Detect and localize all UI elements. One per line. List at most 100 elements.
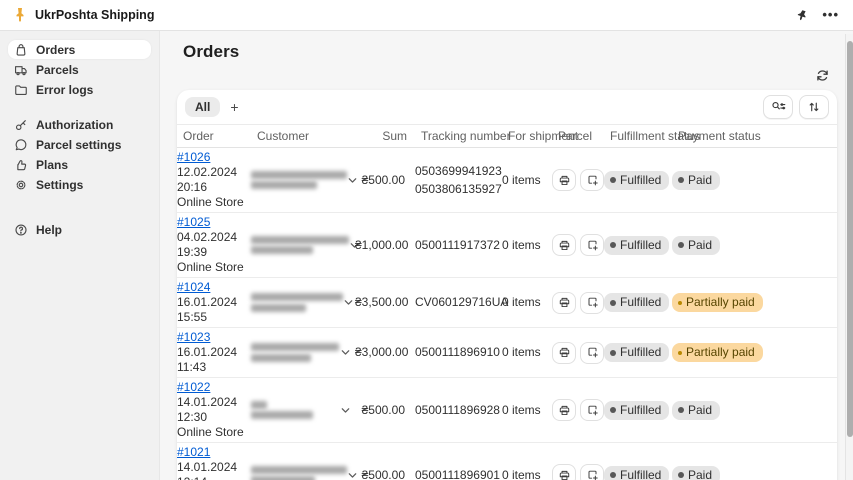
table-row[interactable]: #1024 16.01.2024 15:55 ₴3,500.00 CV06012…: [177, 278, 837, 328]
print-label-button[interactable]: [552, 234, 576, 256]
add-parcel-button[interactable]: [580, 169, 604, 191]
tab-all[interactable]: All: [185, 97, 220, 117]
customer-expand-button[interactable]: [340, 405, 351, 416]
customer-cell: [251, 233, 355, 257]
sidebar-item-settings[interactable]: Settings: [8, 175, 151, 194]
add-parcel-icon: [586, 174, 599, 187]
payment-status-label: Paid: [688, 173, 712, 188]
add-parcel-button[interactable]: [580, 464, 604, 480]
sidebar-item-authorization[interactable]: Authorization: [8, 115, 151, 134]
column-header-customer[interactable]: Customer: [257, 129, 361, 143]
tracking-cell: 0500111896910: [405, 345, 502, 360]
fulfillment-status-label: Fulfilled: [620, 468, 661, 480]
sidebar-item-label: Parcel settings: [36, 138, 121, 152]
sort-icon: [807, 100, 821, 114]
column-header-parcel[interactable]: Parcel: [558, 129, 610, 143]
add-parcel-button[interactable]: [580, 342, 604, 364]
print-label-button[interactable]: [552, 342, 576, 364]
table-row[interactable]: #1023 16.01.2024 11:43 ₴3,000.00 0500111…: [177, 328, 837, 378]
status-dot-icon: [678, 242, 684, 248]
tracking-number: CV060129716UA: [415, 295, 502, 310]
table-row[interactable]: #1026 12.02.2024 20:16 Online Store ₴500…: [177, 148, 837, 213]
order-link[interactable]: #1025: [177, 215, 210, 229]
order-link[interactable]: #1026: [177, 150, 210, 164]
scrollbar-track[interactable]: [845, 34, 853, 480]
sidebar-item-label: Authorization: [36, 118, 113, 132]
payment-status-badge: Paid: [672, 466, 720, 480]
tracking-cell: 0500111917372: [405, 238, 502, 253]
customer-expand-button[interactable]: [340, 347, 351, 358]
order-date: 14.01.2024 12:14: [177, 460, 251, 480]
order-link[interactable]: #1022: [177, 380, 210, 394]
add-parcel-icon: [586, 469, 599, 480]
sidebar-item-parcel-settings[interactable]: Parcel settings: [8, 135, 151, 154]
order-link[interactable]: #1023: [177, 330, 210, 344]
print-label-button[interactable]: [552, 399, 576, 421]
customer-phone-redacted: [251, 246, 313, 254]
customer-cell: [251, 398, 355, 422]
customer-expand-button[interactable]: [343, 297, 354, 308]
payment-status-label: Paid: [688, 403, 712, 418]
print-label-button[interactable]: [552, 464, 576, 480]
customer-cell: [251, 168, 355, 192]
pin-button[interactable]: [795, 9, 808, 22]
column-header-shipment[interactable]: For shipment: [508, 129, 558, 143]
customer-redacted: [251, 463, 347, 480]
sidebar-item-orders[interactable]: Orders: [8, 40, 151, 59]
print-label-button[interactable]: [552, 292, 576, 314]
table-row[interactable]: #1022 14.01.2024 12:30 Online Store ₴500…: [177, 378, 837, 443]
sidebar-item-label: Parcels: [36, 63, 79, 77]
sidebar-item-error-logs[interactable]: Error logs: [8, 80, 151, 99]
scrollbar-thumb[interactable]: [847, 41, 853, 437]
add-parcel-button[interactable]: [580, 234, 604, 256]
search-filter-button[interactable]: [763, 95, 793, 119]
print-label-button[interactable]: [552, 169, 576, 191]
column-header-payment[interactable]: Payment status: [678, 129, 837, 143]
customer-redacted: [251, 341, 339, 365]
help-icon: [14, 223, 28, 237]
sum-cell: ₴500.00: [355, 468, 405, 480]
add-parcel-icon: [586, 346, 599, 359]
payment-cell: Paid: [672, 171, 837, 190]
sidebar-item-plans[interactable]: Plans: [8, 155, 151, 174]
add-view-button[interactable]: +: [230, 100, 238, 114]
column-header-sum[interactable]: Sum: [361, 129, 411, 143]
order-link[interactable]: #1024: [177, 280, 210, 294]
table-row[interactable]: #1025 04.02.2024 19:39 Online Store ₴1,0…: [177, 213, 837, 278]
add-parcel-button[interactable]: [580, 292, 604, 314]
more-menu-button[interactable]: •••: [822, 10, 839, 20]
payment-status-badge: Paid: [672, 236, 720, 255]
refresh-button[interactable]: [809, 64, 835, 86]
customer-name-redacted: [251, 343, 339, 351]
tracking-number: 0500111896928: [415, 403, 502, 418]
sidebar-item-parcels[interactable]: Parcels: [8, 60, 151, 79]
topbar: UkrPoshta Shipping •••: [0, 0, 853, 31]
customer-cell: [251, 341, 355, 365]
customer-phone-redacted: [251, 411, 313, 419]
status-dot-icon: [610, 407, 616, 413]
column-header-tracking[interactable]: Tracking number: [411, 129, 508, 143]
customer-phone-redacted: [251, 304, 306, 312]
order-cell: #1025 04.02.2024 19:39 Online Store: [177, 215, 251, 275]
sort-button[interactable]: [799, 95, 829, 119]
fulfillment-cell: Fulfilled: [604, 236, 672, 255]
chat-bubble-icon: [14, 138, 28, 152]
chevron-down-icon: [340, 405, 351, 416]
parcel-cell: [552, 292, 604, 314]
payment-status-label: Paid: [688, 468, 712, 480]
order-channel: Online Store: [177, 195, 251, 210]
refresh-icon: [815, 68, 830, 83]
add-parcel-button[interactable]: [580, 399, 604, 421]
column-header-order[interactable]: Order: [183, 129, 257, 143]
parcel-cell: [552, 464, 604, 480]
status-dot-icon: [610, 242, 616, 248]
table-row[interactable]: #1021 14.01.2024 12:14 Online Store ₴500…: [177, 443, 837, 480]
status-dot-icon: [678, 177, 684, 183]
thumbs-up-icon: [14, 158, 28, 172]
column-header-fulfillment[interactable]: Fulfillment status: [610, 129, 678, 143]
fulfillment-status-badge: Fulfilled: [604, 171, 669, 190]
order-link[interactable]: #1021: [177, 445, 210, 459]
fulfillment-cell: Fulfilled: [604, 466, 672, 480]
fulfillment-status-label: Fulfilled: [620, 238, 661, 253]
sidebar-item-help[interactable]: Help: [8, 220, 151, 239]
